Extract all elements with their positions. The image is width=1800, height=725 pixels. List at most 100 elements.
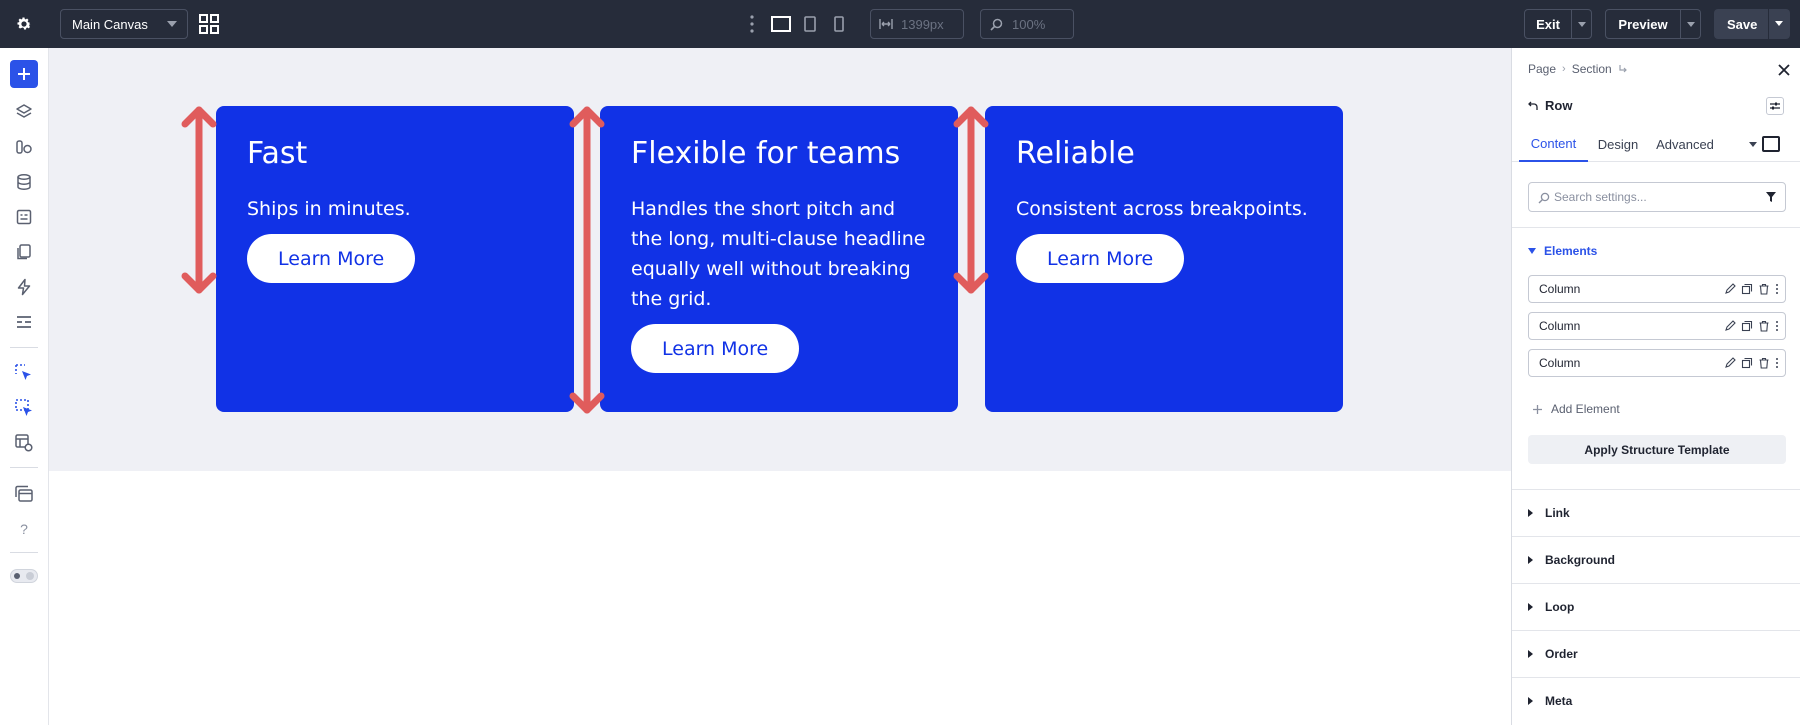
panel-tabs: Content Design Advanced xyxy=(1512,126,1800,162)
column-item[interactable]: Column xyxy=(1528,349,1786,377)
desktop-icon[interactable] xyxy=(770,13,792,35)
database-icon[interactable] xyxy=(13,171,35,193)
chevron-down-icon xyxy=(167,21,177,27)
learn-more-button[interactable]: Learn More xyxy=(1016,234,1185,283)
plus-icon xyxy=(1533,404,1542,414)
column-actions xyxy=(1724,283,1779,295)
learn-more-button[interactable]: Learn More xyxy=(631,324,800,373)
preview-menu-button[interactable] xyxy=(1681,9,1701,39)
elements-toggle[interactable]: Elements xyxy=(1528,244,1597,258)
square-icon[interactable] xyxy=(1762,136,1780,152)
chevron-down-icon xyxy=(1528,248,1536,254)
duplicate-icon[interactable] xyxy=(1741,283,1753,295)
duplicate-icon[interactable] xyxy=(1741,357,1753,369)
layers-icon[interactable] xyxy=(13,101,35,123)
trash-icon[interactable] xyxy=(1758,283,1770,295)
chevron-right-icon xyxy=(1528,603,1533,611)
plus-icon[interactable] xyxy=(10,60,38,88)
back-arrow-icon[interactable] xyxy=(1528,101,1538,111)
tab-content[interactable]: Content xyxy=(1519,126,1588,162)
add-element-button[interactable]: Add Element xyxy=(1532,402,1620,416)
more-vertical-icon[interactable] xyxy=(1775,357,1779,369)
search-settings-input[interactable]: Search settings... xyxy=(1528,182,1786,212)
height-arrow-icon xyxy=(569,106,605,414)
feature-card[interactable]: Fast Ships in minutes. Learn More xyxy=(216,106,574,412)
save-divider xyxy=(1768,9,1769,39)
breadcrumb: Page › Section xyxy=(1528,62,1628,76)
windows-icon[interactable] xyxy=(13,483,35,505)
more-vertical-icon[interactable] xyxy=(1775,320,1779,332)
exit-menu-button[interactable] xyxy=(1572,9,1592,39)
form-icon[interactable] xyxy=(13,206,35,228)
canvas-width-field[interactable]: 1399px xyxy=(870,9,964,39)
pencil-icon[interactable] xyxy=(1724,320,1736,332)
feature-card[interactable]: Reliable Consistent across breakpoints. … xyxy=(985,106,1343,412)
element-title: Row xyxy=(1528,98,1572,113)
accordion-label: Meta xyxy=(1545,694,1573,708)
sliders-icon[interactable] xyxy=(1766,97,1784,115)
builder-canvas[interactable]: Fast Ships in minutes. Learn More Flexib… xyxy=(49,48,1511,725)
chevron-down-icon[interactable] xyxy=(1749,142,1757,147)
add-element-label: Add Element xyxy=(1551,402,1620,416)
section[interactable]: Fast Ships in minutes. Learn More Flexib… xyxy=(49,48,1511,471)
save-button[interactable]: Save xyxy=(1714,9,1790,39)
select-element-icon[interactable] xyxy=(13,362,35,384)
column-label: Column xyxy=(1539,282,1581,296)
close-icon[interactable] xyxy=(1777,63,1791,77)
search-icon xyxy=(1538,192,1550,204)
theme-toggle[interactable] xyxy=(10,569,38,583)
card-title: Flexible for teams xyxy=(631,136,901,171)
tablet-icon[interactable] xyxy=(800,13,820,35)
exit-button[interactable]: Exit xyxy=(1524,9,1572,39)
accordion-link[interactable]: Link xyxy=(1512,489,1800,536)
accordion-background[interactable]: Background xyxy=(1512,536,1800,583)
accordion-label: Order xyxy=(1545,647,1578,661)
tab-design[interactable]: Design xyxy=(1592,126,1644,162)
tab-advanced[interactable]: Advanced xyxy=(1647,126,1723,162)
shapes-icon[interactable] xyxy=(13,136,35,158)
trash-icon[interactable] xyxy=(1758,357,1770,369)
template-settings-icon[interactable] xyxy=(13,432,35,454)
pencil-icon[interactable] xyxy=(1724,357,1736,369)
accordion-label: Link xyxy=(1545,506,1570,520)
exit-label: Exit xyxy=(1536,16,1560,32)
pages-icon[interactable] xyxy=(13,241,35,263)
sections-icon[interactable] xyxy=(13,311,35,333)
select-multiple-icon[interactable] xyxy=(13,397,35,419)
help-glyph: ? xyxy=(20,521,28,537)
panel-divider xyxy=(1512,227,1800,228)
rail-divider xyxy=(10,552,38,553)
breadcrumb-page[interactable]: Page xyxy=(1528,62,1556,76)
accordion-meta[interactable]: Meta xyxy=(1512,677,1800,724)
feature-card[interactable]: Flexible for teams Handles the short pit… xyxy=(600,106,958,412)
preview-button[interactable]: Preview xyxy=(1605,9,1681,39)
column-item[interactable]: Column xyxy=(1528,312,1786,340)
learn-more-button[interactable]: Learn More xyxy=(247,234,416,283)
lightning-icon[interactable] xyxy=(13,276,35,298)
mobile-icon[interactable] xyxy=(829,13,849,35)
pencil-icon[interactable] xyxy=(1724,283,1736,295)
preview-label: Preview xyxy=(1618,16,1668,32)
more-vertical-icon[interactable] xyxy=(1775,283,1779,295)
column-item[interactable]: Column xyxy=(1528,275,1786,303)
card-body: Consistent across breakpoints. xyxy=(1016,198,1308,220)
zoom-field[interactable]: 100% xyxy=(980,9,1074,39)
grid-layout-icon[interactable] xyxy=(198,13,220,35)
card-title: Fast xyxy=(247,136,308,171)
accordion-label: Loop xyxy=(1545,600,1575,614)
help-icon[interactable]: ? xyxy=(13,518,35,540)
accordion-order[interactable]: Order xyxy=(1512,630,1800,677)
canvas-select[interactable]: Main Canvas xyxy=(60,9,188,39)
toggle-knob xyxy=(26,572,34,580)
duplicate-icon[interactable] xyxy=(1741,320,1753,332)
trash-icon[interactable] xyxy=(1758,320,1770,332)
column-label: Column xyxy=(1539,356,1581,370)
canvas-width-value: 1399px xyxy=(901,16,944,32)
apply-structure-template-button[interactable]: Apply Structure Template xyxy=(1528,435,1786,464)
chevron-down-icon[interactable] xyxy=(1775,21,1783,26)
more-vertical-icon[interactable] xyxy=(749,14,755,34)
gear-icon[interactable] xyxy=(13,13,35,35)
accordion-loop[interactable]: Loop xyxy=(1512,583,1800,630)
breadcrumb-section[interactable]: Section xyxy=(1572,62,1612,76)
filter-icon[interactable] xyxy=(1765,191,1777,203)
